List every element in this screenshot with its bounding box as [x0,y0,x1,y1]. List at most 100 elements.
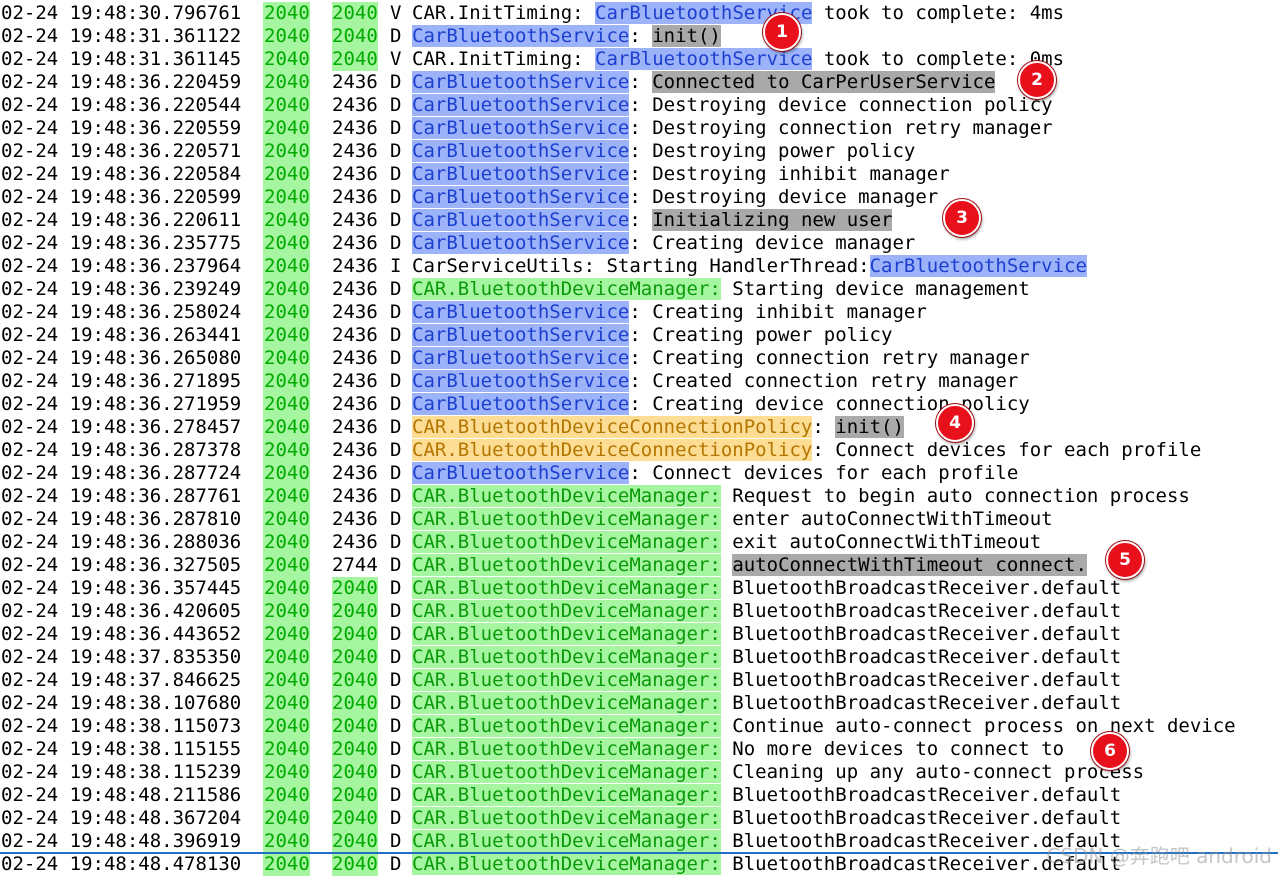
log-pid: 2040 [263,209,310,232]
log-timestamp: 02-24 19:48:37.846625 [1,669,242,691]
log-highlight: Connected to CarPerUserService [652,71,996,93]
log-row[interactable]: 02-24 19:48:36.220459 2040 2436 D CarBluetoo… [0,71,1278,94]
log-row[interactable]: 02-24 19:48:36.220611 2040 2436 D CarBluetoo… [0,209,1278,232]
log-row[interactable]: 02-24 19:48:36.235775 2040 2436 D CarBluetoo… [0,232,1278,255]
log-row[interactable]: 02-24 19:48:36.287378 2040 2436 D CAR.Blueto… [0,439,1278,462]
log-row[interactable]: 02-24 19:48:36.265080 2040 2436 D CarBluetoo… [0,347,1278,370]
log-row[interactable]: 02-24 19:48:36.443652 2040 2040 D CAR.Blueto… [0,623,1278,646]
log-pid: 2040 [263,140,310,163]
log-pid: 2040 [263,370,310,393]
log-tid: 2040 [332,646,378,669]
log-row[interactable]: 02-24 19:48:38.115239 2040 2040 D CAR.Blueto… [0,761,1278,784]
log-tag: CAR.BluetoothDeviceManager: [412,692,721,714]
log-row[interactable]: 02-24 19:48:36.237964 2040 2436 I CarService… [0,255,1278,278]
log-text: : [812,416,836,438]
log-row[interactable]: 02-24 19:48:36.263441 2040 2436 D CarBluetoo… [0,324,1278,347]
log-row[interactable]: 02-24 19:48:48.367204 2040 2040 D CAR.Blueto… [0,807,1278,830]
log-row[interactable]: 02-24 19:48:36.287724 2040 2436 D CarBluetoo… [0,462,1278,485]
log-text: : Destroying device connection policy [629,94,1053,116]
log-tag: CarBluetoothService [412,232,630,254]
log-pid: 2040 [263,232,310,255]
log-level: D [390,761,402,783]
log-highlight: CarBluetoothService [595,48,813,70]
log-tid: 2436 [332,508,378,530]
log-row[interactable]: 02-24 19:48:36.420605 2040 2040 D CAR.Blueto… [0,600,1278,623]
log-pid: 2040 [263,738,310,761]
log-message: CAR.BluetoothDeviceManager: enter autoCo… [412,508,1053,531]
log-pid: 2040 [263,761,310,784]
log-level: D [390,347,402,369]
log-row[interactable]: 02-24 19:48:36.239249 2040 2436 D CAR.Blueto… [0,278,1278,301]
log-row[interactable]: 02-24 19:48:36.220599 2040 2436 D CarBluetoo… [0,186,1278,209]
log-text: Continue auto-connect process on next de… [720,715,1236,737]
log-row[interactable]: 02-24 19:48:38.115155 2040 2040 D CAR.Blueto… [0,738,1278,761]
log-tag: CAR.BluetoothDeviceManager: [412,485,721,507]
log-row[interactable]: 02-24 19:48:48.211586 2040 2040 D CAR.Blueto… [0,784,1278,807]
log-tid: 2040 [332,600,378,623]
log-row[interactable]: 02-24 19:48:37.846625 2040 2040 D CAR.Blueto… [0,669,1278,692]
log-pid: 2040 [263,71,310,94]
log-row[interactable]: 02-24 19:48:36.220584 2040 2436 D CarBluetoo… [0,163,1278,186]
log-row[interactable]: 02-24 19:48:38.107680 2040 2040 D CAR.Blueto… [0,692,1278,715]
log-message: CAR.InitTiming: CarBluetoothService took… [412,48,1064,71]
log-tag: CAR.BluetoothDeviceManager: [412,738,721,760]
log-row[interactable]: 02-24 19:48:36.271959 2040 2436 D CarBluetoo… [0,393,1278,416]
log-row[interactable]: 02-24 19:48:36.327505 2040 2744 D CAR.Blueto… [0,554,1278,577]
log-text: Starting HandlerThread: [595,255,870,277]
log-level: D [390,485,402,507]
log-timestamp: 02-24 19:48:36.287810 [1,508,242,530]
log-timestamp: 02-24 19:48:31.361122 [1,25,242,47]
log-timestamp: 02-24 19:48:36.287724 [1,462,242,484]
log-highlight: CarBluetoothService [869,255,1087,277]
log-text: BluetoothBroadcastReceiver.default [720,577,1122,599]
log-tag: CAR.BluetoothDeviceManager: [412,715,721,737]
log-level: D [390,554,402,576]
log-text: : [629,71,653,93]
log-tag: CarBluetoothService [412,462,630,484]
log-text: took to complete: 4ms [812,2,1065,24]
log-tid: 2040 [332,692,378,715]
log-tid: 2040 [332,669,378,692]
log-level: D [390,393,402,415]
log-tag: CarBluetoothService [412,163,630,185]
log-row[interactable]: 02-24 19:48:37.835350 2040 2040 D CAR.Blueto… [0,646,1278,669]
log-row[interactable]: 02-24 19:48:36.220544 2040 2436 D CarBluetoo… [0,94,1278,117]
log-row[interactable]: 02-24 19:48:36.278457 2040 2436 D CAR.Blueto… [0,416,1278,439]
log-row[interactable]: 02-24 19:48:36.220571 2040 2436 D CarBluetoo… [0,140,1278,163]
log-tag: CarBluetoothService [412,301,630,323]
log-level: D [390,439,402,461]
log-tid: 2436 [332,278,378,300]
log-tid: 2436 [332,117,378,139]
log-message: CAR.BluetoothDeviceManager: autoConnectW… [412,554,1087,577]
log-row[interactable]: 02-24 19:48:36.288036 2040 2436 D CAR.Blueto… [0,531,1278,554]
log-text: Request to begin auto connection process [720,485,1190,507]
log-timestamp: 02-24 19:48:36.220571 [1,140,242,162]
log-tid: 2436 [332,324,378,346]
log-row[interactable]: 02-24 19:48:36.287810 2040 2436 D CAR.Blueto… [0,508,1278,531]
log-row[interactable]: 02-24 19:48:36.258024 2040 2436 D CarBluetoo… [0,301,1278,324]
log-timestamp: 02-24 19:48:36.278457 [1,416,242,438]
log-tag: CAR.BluetoothDeviceManager: [412,646,721,668]
log-row[interactable]: 02-24 19:48:31.361122 2040 2040 D CarBluetoo… [0,25,1278,48]
log-tid: 2436 [332,186,378,208]
log-text: BluetoothBroadcastReceiver.default [720,784,1122,806]
log-level: D [390,669,402,691]
log-timestamp: 02-24 19:48:30.796761 [1,2,242,24]
log-level: D [390,416,402,438]
log-tag: CarBluetoothService [412,209,630,231]
log-message: CAR.InitTiming: CarBluetoothService took… [412,2,1064,25]
log-tag: CAR.BluetoothDeviceManager: [412,761,721,783]
log-level: D [390,25,402,47]
log-level: D [390,646,402,668]
log-row[interactable]: 02-24 19:48:36.220559 2040 2436 D CarBluetoo… [0,117,1278,140]
log-row[interactable]: 02-24 19:48:31.361145 2040 2040 V CAR.InitTi… [0,48,1278,71]
log-tid: 2744 [332,554,378,576]
log-pid: 2040 [263,278,310,301]
log-row[interactable]: 02-24 19:48:36.287761 2040 2436 D CAR.Blueto… [0,485,1278,508]
log-row[interactable]: 02-24 19:48:30.796761 2040 2040 V CAR.InitTi… [0,2,1278,25]
log-row[interactable]: 02-24 19:48:36.357445 2040 2040 D CAR.Blueto… [0,577,1278,600]
log-row[interactable]: 02-24 19:48:38.115073 2040 2040 D CAR.Blueto… [0,715,1278,738]
log-row[interactable]: 02-24 19:48:36.271895 2040 2436 D CarBluetoo… [0,370,1278,393]
log-timestamp: 02-24 19:48:36.287761 [1,485,242,507]
